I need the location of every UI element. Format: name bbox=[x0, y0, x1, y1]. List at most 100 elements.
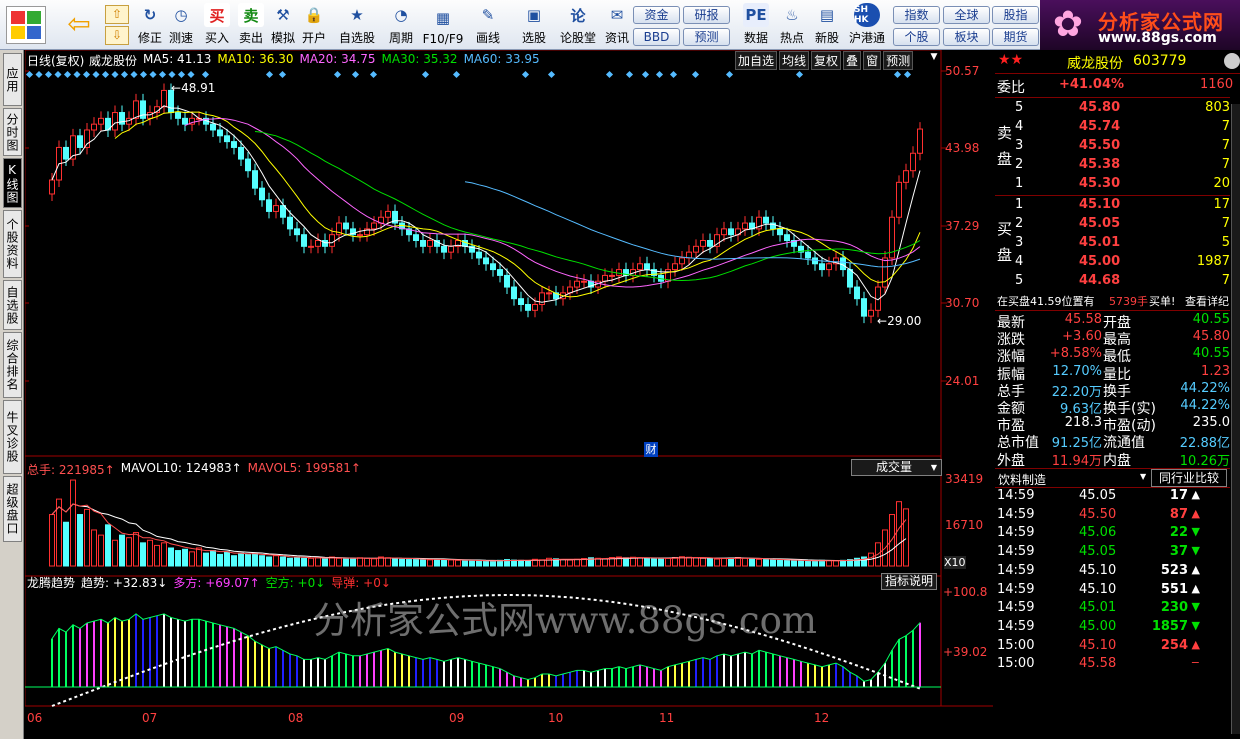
hammer-button[interactable]: ⚒ 模拟 bbox=[268, 2, 298, 48]
chart-tool-0[interactable]: 加自选 bbox=[735, 51, 778, 70]
candle-body bbox=[427, 240, 433, 247]
futures-index-button[interactable]: 股指 bbox=[992, 6, 1039, 24]
ask-row[interactable]: 1 45.30 20 bbox=[995, 176, 1230, 194]
up-arrow-button[interactable]: ⇧ bbox=[105, 5, 129, 24]
info-button[interactable]: ▦ F10/F9 bbox=[422, 2, 464, 48]
volume-bar bbox=[560, 559, 566, 567]
candle-body bbox=[700, 240, 706, 247]
ask-row[interactable]: 5 45.80 803 bbox=[995, 100, 1230, 118]
price-tick: 43.98 bbox=[945, 141, 980, 155]
news-button[interactable]: ✉ 资讯 bbox=[601, 2, 633, 48]
volume-bar bbox=[280, 556, 286, 567]
left-tab-1[interactable]: 分时图 bbox=[3, 108, 22, 156]
panel-scrollbar[interactable] bbox=[1231, 104, 1240, 734]
refresh-button[interactable]: ↻ 修正 bbox=[135, 2, 165, 48]
candle-body bbox=[49, 179, 55, 195]
event-marker-icon[interactable]: 财 bbox=[644, 442, 658, 457]
research-button[interactable]: 研报 bbox=[683, 6, 730, 24]
price-tick: 37.29 bbox=[945, 219, 980, 233]
indicator-help-button[interactable]: 指标说明 bbox=[881, 573, 937, 590]
global-button[interactable]: 全球 bbox=[943, 6, 990, 24]
fund-button[interactable]: 资金 bbox=[633, 6, 680, 24]
signal-marker bbox=[82, 70, 91, 79]
candle-body bbox=[490, 263, 496, 271]
forum-button[interactable]: 论论股堂 bbox=[558, 2, 598, 48]
low-price-label: ←29.00 bbox=[877, 314, 922, 328]
down-arrow-button[interactable]: ⇩ bbox=[105, 26, 129, 45]
chart-tool-3[interactable]: 叠 bbox=[843, 51, 862, 70]
left-tab-7[interactable]: 超级盘口 bbox=[3, 476, 22, 542]
bid-row[interactable]: 4 45.00 1987 bbox=[995, 254, 1230, 272]
fire-button[interactable]: ♨ 热点 bbox=[776, 2, 808, 48]
sector-button[interactable]: 板块 bbox=[943, 28, 990, 46]
volume-bar bbox=[399, 558, 405, 567]
volume-bar bbox=[252, 552, 258, 567]
hk-button[interactable]: SH HK 沪港通 bbox=[846, 2, 888, 48]
fire-icon: ♨ bbox=[785, 6, 799, 24]
period-button[interactable]: ◔ 周期 bbox=[381, 2, 421, 48]
ask-row[interactable]: 4 45.74 7 bbox=[995, 119, 1230, 137]
kline-chart-area[interactable]: 日线(复权) 威龙股份 MA5: 41.13 MA10: 36.30 MA20: 3… bbox=[25, 50, 993, 739]
left-tab-6[interactable]: 牛叉诊股 bbox=[3, 400, 22, 474]
back-icon[interactable]: ⇦ bbox=[62, 6, 96, 42]
left-tab-3[interactable]: 个股资料 bbox=[3, 210, 22, 278]
ask-row[interactable]: 3 45.50 7 bbox=[995, 138, 1230, 156]
tick-row: 14:59 45.10 523 ▲ bbox=[997, 562, 1200, 578]
industry-compare-button[interactable]: 同行业比较 bbox=[1151, 469, 1227, 487]
clock-button[interactable]: ◷ 测速 bbox=[166, 2, 196, 48]
stock-badge-icon[interactable] bbox=[1224, 53, 1240, 69]
pe-button[interactable]: PE 数据 bbox=[740, 2, 772, 48]
chart-tool-1[interactable]: 均线 bbox=[779, 51, 810, 70]
bid-row[interactable]: 2 45.05 7 bbox=[995, 216, 1230, 234]
period-icon: ◔ bbox=[394, 6, 408, 24]
chart-tool-5[interactable]: 预测 bbox=[883, 51, 914, 70]
index-button[interactable]: 指数 bbox=[893, 6, 940, 24]
volume-bar bbox=[896, 501, 902, 567]
chart-tool-4[interactable]: 窗 bbox=[863, 51, 882, 70]
stock-button[interactable]: 个股 bbox=[893, 28, 940, 46]
candle-body bbox=[532, 303, 538, 311]
volume-bar bbox=[525, 560, 531, 567]
volume-bar bbox=[315, 557, 321, 567]
sell-button[interactable]: 卖卖出 bbox=[236, 2, 266, 48]
bid-row[interactable]: 5 44.68 7 bbox=[995, 273, 1230, 291]
left-tab-2[interactable]: K线图 bbox=[3, 158, 22, 208]
logo-url: www.88gs.com bbox=[1098, 30, 1217, 46]
left-tab-0[interactable]: 应用 bbox=[3, 53, 22, 106]
lock-button[interactable]: 🔒 开户 bbox=[299, 2, 329, 48]
signal-marker bbox=[333, 70, 342, 79]
candle-body bbox=[210, 123, 216, 131]
volume-bar bbox=[833, 560, 839, 567]
left-tab-4[interactable]: 自选股 bbox=[3, 280, 22, 330]
volume-bar bbox=[728, 557, 734, 567]
quote-panel: ★★ 威龙股份 603779 委比 +41.04% 1160 卖盘 买盘 5 45… bbox=[995, 50, 1240, 739]
stock-code: 603779 bbox=[1133, 53, 1187, 69]
volume-bar bbox=[686, 556, 692, 567]
chart-tool-2[interactable]: 复权 bbox=[811, 51, 842, 70]
left-tab-5[interactable]: 综合排名 bbox=[3, 332, 22, 398]
info-icon: ▦ bbox=[435, 9, 451, 27]
industry-label[interactable]: 饮料制造 bbox=[998, 471, 1046, 488]
chart-menu-dropdown[interactable]: ▼ bbox=[927, 52, 941, 66]
newstock-button[interactable]: ▤ 新股 bbox=[811, 2, 843, 48]
pen-button[interactable]: ✎ 画线 bbox=[468, 2, 508, 48]
layout-icon[interactable] bbox=[6, 6, 46, 44]
dash-icon: − bbox=[1190, 656, 1200, 670]
star-button[interactable]: ★ 自选股 bbox=[336, 2, 378, 48]
ask-row[interactable]: 2 45.38 7 bbox=[995, 157, 1230, 175]
forecast-button[interactable]: 预测 bbox=[683, 28, 730, 46]
tick-row: 15:00 45.58− bbox=[997, 656, 1200, 672]
ma-label-4: MA60: 33.95 bbox=[463, 52, 540, 66]
buy-button[interactable]: 买买入 bbox=[202, 2, 232, 48]
down-arrow-icon: ▼ bbox=[1191, 600, 1200, 614]
bbd-button[interactable]: BBD bbox=[633, 28, 680, 46]
bid-row[interactable]: 3 45.01 5 bbox=[995, 235, 1230, 253]
bid-row[interactable]: 1 45.10 17 bbox=[995, 197, 1230, 215]
futures-button[interactable]: 期货 bbox=[992, 28, 1039, 46]
industry-dropdown-icon[interactable]: ▼ bbox=[1140, 472, 1146, 481]
volume-bar bbox=[98, 534, 104, 567]
volume-bar bbox=[84, 508, 90, 567]
big-order-notice[interactable]: 在买盘41.59位置有 5739手 买单! 查看详纪 bbox=[995, 293, 1230, 311]
screen-button[interactable]: ▣ 选股 bbox=[514, 2, 554, 48]
volume-indicator-dropdown[interactable]: 成交量 ▼ bbox=[851, 459, 942, 476]
